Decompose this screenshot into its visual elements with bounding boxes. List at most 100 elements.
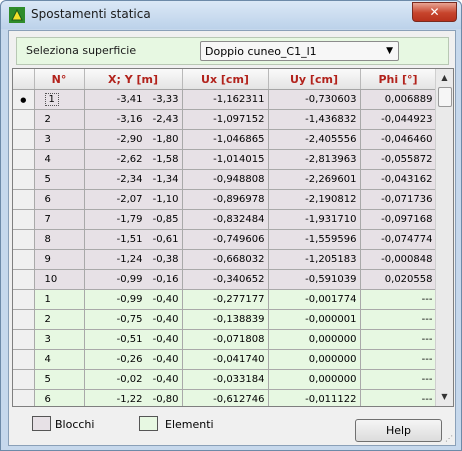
cell-uy[interactable]: -0,001774 [268,289,361,310]
cell-ux[interactable]: -0,749606 [182,229,269,250]
cell-ux[interactable]: -0,071808 [182,329,269,350]
cell-uy[interactable]: -1,436832 [268,109,361,130]
cell-uy[interactable]: -2,269601 [268,169,361,190]
close-button[interactable]: ✕ [412,2,457,22]
cell-n[interactable]: 8 [34,229,85,250]
cell-phi[interactable]: -0,046460 [360,129,437,150]
table-row[interactable]: 4 -0,26 -0,40 -0,041740 0,000000 --- [13,349,437,370]
cell-xy[interactable]: -3,41 -3,33 [84,89,183,110]
row-indicator[interactable] [13,249,35,270]
row-indicator[interactable] [13,209,35,230]
cell-phi[interactable]: -0,000848 [360,249,437,270]
cell-uy[interactable]: 0,000000 [268,329,361,350]
cell-ux[interactable]: -0,896978 [182,189,269,210]
table-row[interactable]: 8 -1,51 -0,61 -0,749606 -1,559596 -0,074774 [13,229,437,250]
cell-xy[interactable]: -2,07 -1,10 [84,189,183,210]
cell-phi[interactable]: -0,044923 [360,109,437,130]
table-row[interactable]: 3 -2,90 -1,80 -1,046865 -2,405556 -0,046460 [13,129,437,150]
row-indicator[interactable] [13,389,35,406]
header-phi[interactable]: Phi [°] [360,69,437,90]
cell-n[interactable]: 6 [34,389,85,406]
cell-uy[interactable]: -0,591039 [268,269,361,290]
cell-xy[interactable]: -0,75 -0,40 [84,309,183,330]
cell-phi[interactable]: --- [360,289,437,310]
cell-uy[interactable]: -1,931710 [268,209,361,230]
vertical-scrollbar[interactable]: ▲ ▼ [435,69,453,406]
table-row[interactable]: 3 -0,51 -0,40 -0,071808 0,000000 --- [13,329,437,350]
table-row[interactable]: 10 -0,99 -0,16 -0,340652 -0,591039 0,020558 [13,269,437,290]
cell-n[interactable]: 1 [34,89,85,110]
row-indicator[interactable]: ● [13,89,35,110]
scroll-up-icon[interactable]: ▲ [437,70,452,86]
cell-phi[interactable]: -0,071736 [360,189,437,210]
row-indicator[interactable] [13,189,35,210]
cell-phi[interactable]: 0,006889 [360,89,437,110]
cell-n[interactable]: 1 [34,289,85,310]
row-indicator[interactable] [13,329,35,350]
cell-n[interactable]: 4 [34,349,85,370]
row-indicator[interactable] [13,169,35,190]
cell-xy[interactable]: -0,51 -0,40 [84,329,183,350]
header-uy[interactable]: Uy [cm] [268,69,361,90]
cell-xy[interactable]: -0,26 -0,40 [84,349,183,370]
cell-phi[interactable]: --- [360,389,437,406]
help-button[interactable]: Help [355,419,442,442]
cell-ux[interactable]: -1,046865 [182,129,269,150]
cell-n[interactable]: 10 [34,269,85,290]
cell-uy[interactable]: -2,405556 [268,129,361,150]
table-row[interactable]: 4 -2,62 -1,58 -1,014015 -2,813963 -0,055872 [13,149,437,170]
cell-phi[interactable]: --- [360,349,437,370]
table-row[interactable]: 2 -3,16 -2,43 -1,097152 -1,436832 -0,044923 [13,109,437,130]
table-row[interactable]: 6 -2,07 -1,10 -0,896978 -2,190812 -0,071736 [13,189,437,210]
cell-phi[interactable]: -0,055872 [360,149,437,170]
cell-phi[interactable]: -0,074774 [360,229,437,250]
cell-n[interactable]: 2 [34,309,85,330]
cell-phi[interactable]: -0,097168 [360,209,437,230]
cell-uy[interactable]: -0,011122 [268,389,361,406]
cell-ux[interactable]: -1,014015 [182,149,269,170]
cell-xy[interactable]: -1,51 -0,61 [84,229,183,250]
cell-phi[interactable]: -0,043162 [360,169,437,190]
row-indicator[interactable] [13,289,35,310]
cell-n[interactable]: 2 [34,109,85,130]
cell-uy[interactable]: -2,190812 [268,189,361,210]
cell-xy[interactable]: -1,79 -0,85 [84,209,183,230]
displacements-grid[interactable]: N° X; Y [m] Ux [cm] Uy [cm] Phi [°] ● 1 -3… [12,68,454,407]
cell-ux[interactable]: -0,832484 [182,209,269,230]
table-row[interactable]: ● 1 -3,41 -3,33 -1,162311 -0,730603 0,006889 [13,89,437,110]
cell-uy[interactable]: 0,000000 [268,369,361,390]
resize-grip-icon[interactable]: ⋰ [445,434,453,443]
cell-xy[interactable]: -1,22 -0,80 [84,389,183,406]
cell-n[interactable]: 9 [34,249,85,270]
cell-uy[interactable]: -2,813963 [268,149,361,170]
table-row[interactable]: 2 -0,75 -0,40 -0,138839 -0,000001 --- [13,309,437,330]
header-ux[interactable]: Ux [cm] [182,69,269,90]
cell-phi[interactable]: 0,020558 [360,269,437,290]
cell-n[interactable]: 3 [34,329,85,350]
cell-xy[interactable]: -3,16 -2,43 [84,109,183,130]
header-n[interactable]: N° [34,69,85,90]
cell-xy[interactable]: -1,24 -0,38 [84,249,183,270]
cell-xy[interactable]: -0,02 -0,40 [84,369,183,390]
row-indicator[interactable] [13,269,35,290]
row-indicator[interactable] [13,369,35,390]
header-xy[interactable]: X; Y [m] [84,69,183,90]
row-indicator[interactable] [13,109,35,130]
cell-uy[interactable]: 0,000000 [268,349,361,370]
row-indicator[interactable] [13,309,35,330]
cell-xy[interactable]: -2,34 -1,34 [84,169,183,190]
surface-dropdown[interactable]: Doppio cuneo_C1_l1 ▼ [200,41,399,61]
cell-phi[interactable]: --- [360,309,437,330]
cell-ux[interactable]: -0,033184 [182,369,269,390]
cell-ux[interactable]: -1,162311 [182,89,269,110]
cell-phi[interactable]: --- [360,369,437,390]
row-indicator[interactable] [13,349,35,370]
cell-n[interactable]: 4 [34,149,85,170]
scroll-thumb[interactable] [438,87,452,107]
table-row[interactable]: 9 -1,24 -0,38 -0,668032 -1,205183 -0,000848 [13,249,437,270]
cell-ux[interactable]: -0,612746 [182,389,269,406]
cell-ux[interactable]: -0,041740 [182,349,269,370]
cell-xy[interactable]: -0,99 -0,40 [84,289,183,310]
cell-uy[interactable]: -1,559596 [268,229,361,250]
row-indicator[interactable] [13,229,35,250]
